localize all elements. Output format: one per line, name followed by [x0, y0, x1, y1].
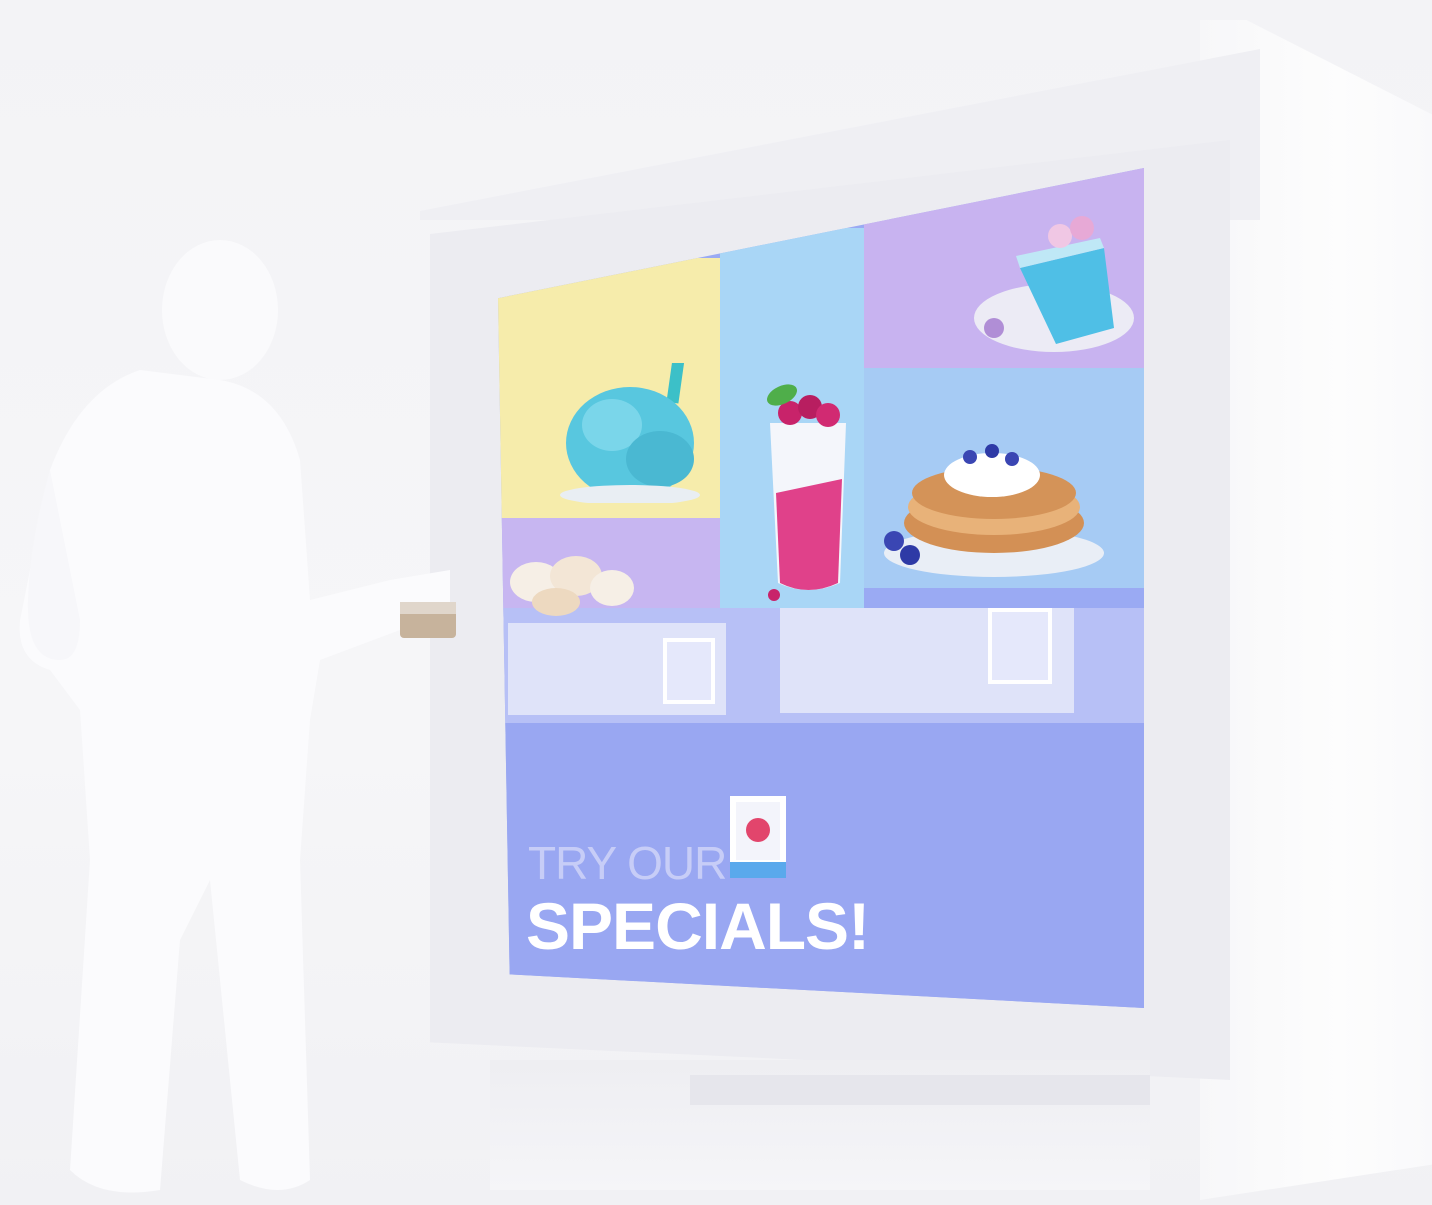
kiosk-base-slot: [690, 1075, 1150, 1105]
qr-code-icon[interactable]: [663, 638, 715, 704]
promo-headline-line2: SPECIALS!: [526, 889, 870, 963]
coffee-cup-image: [400, 602, 456, 638]
donuts-image: [510, 556, 634, 616]
kiosk-screen[interactable]: TRY OUR SPECIALS!: [498, 168, 1144, 1008]
person-silhouette: [19, 240, 450, 1193]
qr-code-icon[interactable]: [988, 608, 1052, 684]
ice-cream-image: [560, 363, 700, 503]
promo-headline-line1: TRY OUR: [528, 837, 727, 889]
pancakes-image: [884, 444, 1104, 577]
scene: TRY OUR SPECIALS!: [0, 0, 1432, 1205]
strawberry-badge-icon: [730, 796, 786, 878]
cake-image: [974, 216, 1134, 352]
smoothie-image: [767, 384, 846, 601]
